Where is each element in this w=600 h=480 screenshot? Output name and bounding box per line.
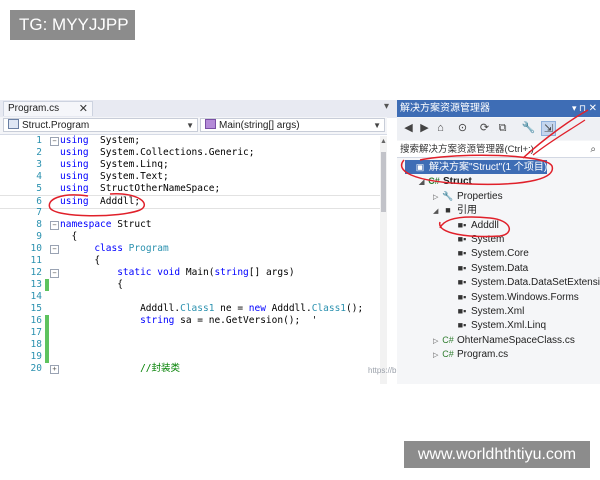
annotation-circle-using-adddll: [48, 193, 146, 217]
annotation-arrow-line: [522, 109, 589, 159]
annotation-circle-adddll-reference: [439, 216, 510, 238]
annotation-arrow-line-2: [532, 119, 586, 156]
annotation-circle-solution: [400, 154, 554, 186]
red-annotations: [48, 109, 589, 238]
